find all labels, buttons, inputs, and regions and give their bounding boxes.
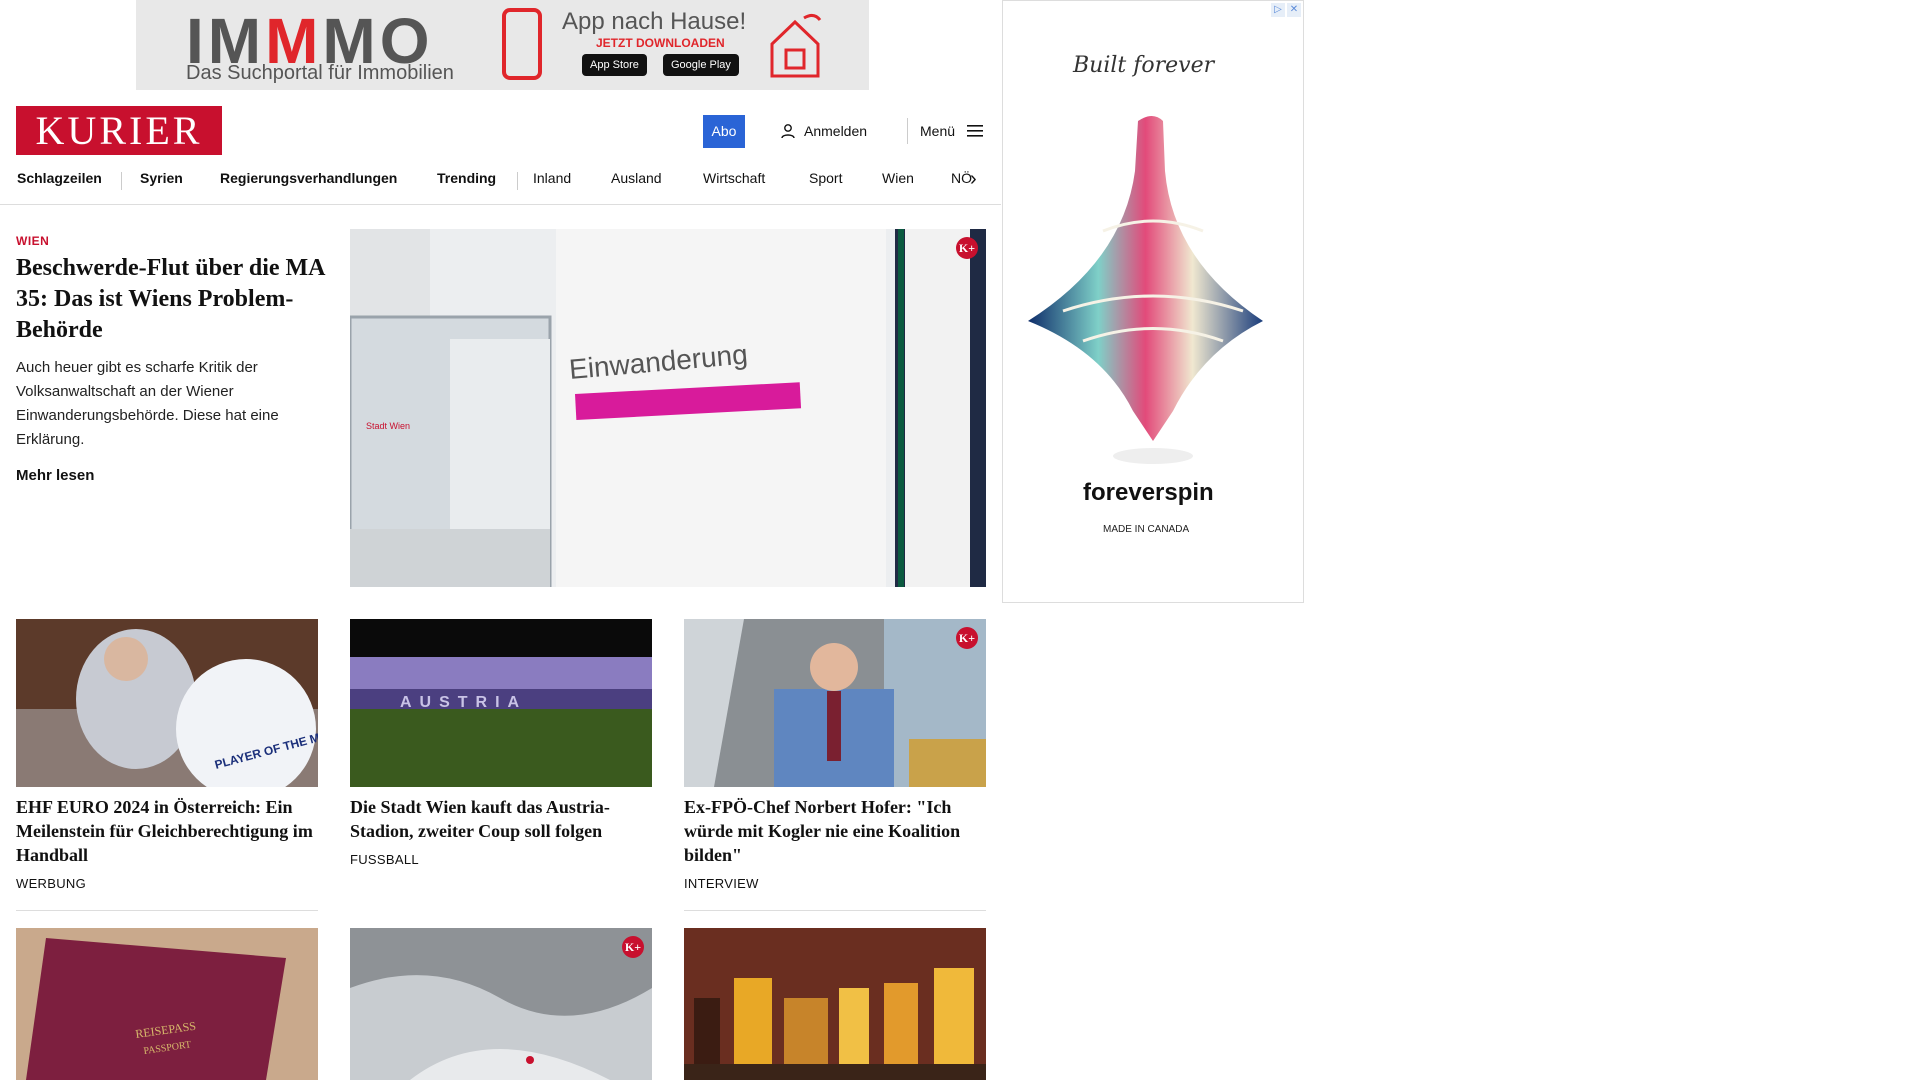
- premium-badge: K+: [956, 237, 978, 259]
- login-label: Anmelden: [804, 123, 868, 139]
- user-icon: [781, 124, 795, 139]
- stadium-photo: AUSTRIA: [350, 619, 652, 787]
- google-play-badge[interactable]: Google Play: [663, 54, 739, 76]
- card-headline[interactable]: EHF EURO 2024 in Österreich: Ein Meilens…: [16, 795, 316, 867]
- card-headline[interactable]: Die Stadt Wien kauft das Austria-Stadion…: [350, 795, 650, 843]
- kurier-logo[interactable]: KURIER: [16, 106, 222, 155]
- top-banner-ad[interactable]: IMMMO Das Suchportal für Immobilien App …: [136, 0, 869, 90]
- chevron-right-icon[interactable]: ›: [970, 168, 977, 191]
- ad-script-text: Built forever: [1073, 53, 1215, 78]
- header-divider: [907, 118, 908, 144]
- close-icon[interactable]: ✕: [1287, 3, 1301, 17]
- ad-choices[interactable]: ▷ ✕: [1271, 3, 1301, 17]
- nav-item-syrien[interactable]: Syrien: [140, 170, 183, 186]
- nav-item-wien[interactable]: Wien: [882, 170, 914, 186]
- menu-label: Menü: [920, 123, 956, 139]
- card-image[interactable]: K+: [350, 928, 652, 1080]
- nav-item-ausland[interactable]: Ausland: [611, 170, 662, 186]
- card-kicker[interactable]: FUSSBALL: [350, 852, 419, 867]
- hero-image[interactable]: Einwanderung Stadt Wien K+: [350, 229, 986, 587]
- menu-button[interactable]: Menü: [920, 116, 984, 146]
- read-more-link[interactable]: Mehr lesen: [16, 467, 94, 484]
- ad-cta-subtitle: JETZT DOWNLOADEN: [596, 36, 725, 50]
- card-image[interactable]: K+: [684, 619, 986, 787]
- nav-item-noe[interactable]: NÖ: [951, 170, 972, 186]
- card-image[interactable]: REISEPASS PASSPORT: [16, 928, 318, 1080]
- card-kicker[interactable]: WERBUNG: [16, 876, 86, 891]
- card-image[interactable]: PLAYER OF THE MATCH: [16, 619, 318, 787]
- hero-teaser: Auch heuer gibt es scharfe Kritik der Vo…: [16, 359, 279, 448]
- main-navigation: Schlagzeilen Syrien Regierungsverhandlun…: [0, 164, 1001, 205]
- glacier-photo: [350, 928, 652, 1080]
- phone-icon: [502, 8, 542, 80]
- nav-item-inland[interactable]: Inland: [533, 170, 571, 186]
- card-divider: [684, 910, 986, 911]
- card-image[interactable]: [684, 928, 986, 1080]
- hero-headline[interactable]: Beschwerde-Flut über die MA 35: Das ist …: [16, 253, 326, 346]
- handball-photo: PLAYER OF THE MATCH: [16, 619, 318, 787]
- nav-item-regierungsverhandlungen[interactable]: Regierungsverhandlungen: [220, 170, 397, 186]
- premium-badge: K+: [622, 936, 644, 958]
- hero-kicker[interactable]: WIEN: [16, 234, 49, 248]
- nav-item-sport[interactable]: Sport: [809, 170, 842, 186]
- passport-photo: REISEPASS PASSPORT: [16, 928, 318, 1080]
- nav-item-trending[interactable]: Trending: [437, 170, 496, 186]
- card-divider: [16, 910, 318, 911]
- card-kicker[interactable]: INTERVIEW: [684, 876, 759, 891]
- premium-badge: K+: [956, 627, 978, 649]
- ad-cta-title: App nach Hause!: [562, 8, 747, 35]
- hero-photo: Einwanderung Stadt Wien: [350, 229, 986, 587]
- card-image[interactable]: AUSTRIA: [350, 619, 652, 787]
- spinning-top-image: [1028, 116, 1263, 464]
- stadium-seat-text: AUSTRIA: [400, 694, 527, 711]
- nav-divider: [121, 172, 122, 190]
- side-ad[interactable]: ▷ ✕ Built forever foreverspin MADE IN CA…: [1002, 0, 1304, 603]
- house-icon: [770, 13, 822, 78]
- ad-tagline: Das Suchportal für Immobilien: [186, 62, 454, 84]
- ad-made-in: MADE IN CANADA: [1103, 524, 1190, 535]
- login-button[interactable]: Anmelden: [780, 116, 867, 146]
- beer-photo: [684, 928, 986, 1080]
- ad-brand-name: foreverspin: [1083, 479, 1214, 506]
- nav-item-schlagzeilen[interactable]: Schlagzeilen: [17, 170, 102, 186]
- app-store-badge[interactable]: App Store: [582, 54, 647, 76]
- stadt-wien-logo-text: Stadt Wien: [366, 421, 410, 431]
- interview-photo: [684, 619, 986, 787]
- nav-divider: [517, 172, 518, 190]
- nav-item-wirtschaft[interactable]: Wirtschaft: [703, 170, 765, 186]
- hamburger-icon: [967, 125, 984, 137]
- abo-button[interactable]: Abo: [703, 115, 745, 148]
- card-headline[interactable]: Ex-FPÖ-Chef Norbert Hofer: "Ich würde mi…: [684, 795, 984, 867]
- adchoices-icon[interactable]: ▷: [1271, 3, 1285, 17]
